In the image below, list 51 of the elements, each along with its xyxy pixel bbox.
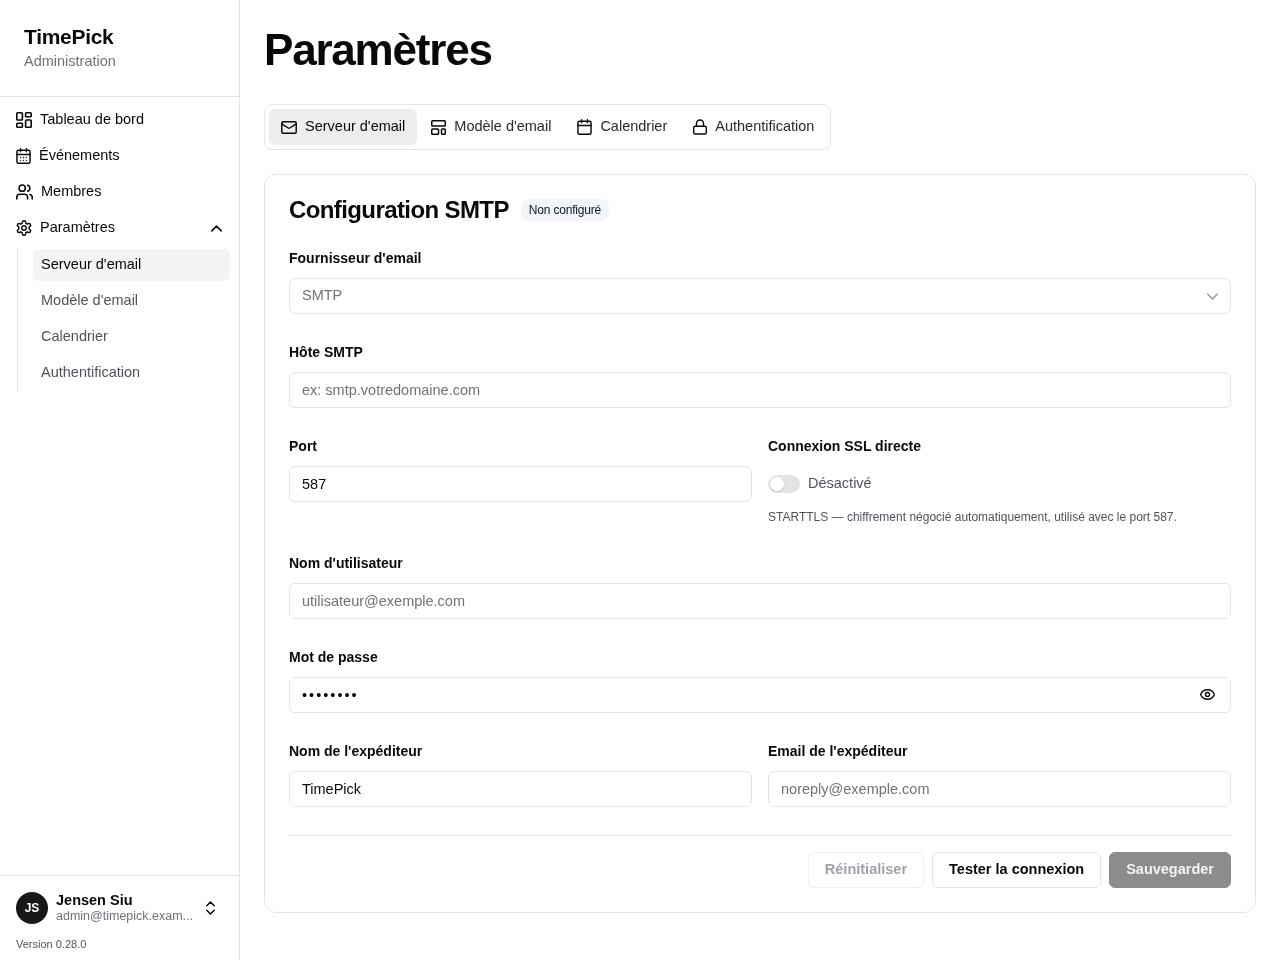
calendar-icon bbox=[577, 119, 593, 135]
chevrons-up-down-icon[interactable] bbox=[206, 901, 215, 915]
user-email: admin@timepick.exam... bbox=[56, 908, 195, 924]
nav-subitem[interactable]: Calendrier bbox=[33, 321, 230, 353]
app-name: TimePick bbox=[24, 24, 115, 50]
nav-subitem[interactable]: Serveur d'email bbox=[33, 249, 230, 281]
input-field[interactable]: utilisateur@exemple.com bbox=[289, 583, 1231, 619]
dashboard-icon bbox=[16, 112, 32, 128]
input-field[interactable]: 587 bbox=[289, 466, 752, 502]
nav-item[interactable]: Membres bbox=[8, 174, 230, 210]
avatar: JS bbox=[16, 892, 48, 924]
lock-icon bbox=[693, 119, 708, 135]
layout-icon bbox=[431, 119, 447, 135]
status-badge: Non configuré bbox=[520, 199, 609, 221]
field-label: Connexion SSL directe bbox=[768, 437, 922, 456]
field-label: Email de l'expéditeur bbox=[768, 742, 909, 761]
field-label: Mot de passe bbox=[289, 648, 379, 667]
version-text: Version 0.28.0 bbox=[16, 937, 88, 952]
help-text: STARTTLS — chiffrement négocié automatiquement, utilisé avec le port 587. bbox=[768, 509, 1178, 525]
field-label: Hôte SMTP bbox=[289, 343, 364, 362]
field-label: Fournisseur d'email bbox=[289, 249, 423, 268]
users-icon bbox=[16, 184, 33, 200]
envelope-icon bbox=[281, 120, 297, 134]
settings-icon bbox=[16, 220, 32, 236]
field-label: Nom d'utilisateur bbox=[289, 554, 404, 573]
app-subtitle: Administration bbox=[24, 52, 117, 71]
toggle-label: Désactivé bbox=[808, 474, 872, 494]
field-label: Port bbox=[289, 437, 318, 456]
eye-icon[interactable] bbox=[1200, 689, 1215, 700]
nav-subitem[interactable]: Modèle d'email bbox=[33, 285, 230, 317]
chevron-up-icon[interactable] bbox=[211, 224, 222, 232]
tab[interactable]: Serveur d'email bbox=[269, 109, 418, 145]
input-field[interactable]: ex: smtp.votredomaine.com bbox=[289, 372, 1231, 408]
tab[interactable]: Modèle d'email bbox=[419, 109, 564, 145]
field-label: Nom de l'expéditeur bbox=[289, 742, 424, 761]
input-field[interactable]: noreply@exemple.com bbox=[768, 771, 1231, 807]
action-button[interactable]: Tester la connexion bbox=[932, 852, 1102, 888]
nav-item[interactable]: Paramètres bbox=[8, 210, 230, 246]
user-name: Jensen Siu bbox=[56, 892, 134, 908]
nav-subitem[interactable]: Authentification bbox=[33, 357, 230, 389]
toggle-switch[interactable] bbox=[768, 475, 800, 493]
input-field[interactable]: TimePick bbox=[289, 771, 752, 807]
tab[interactable]: Authentification bbox=[681, 109, 827, 145]
calendar-icon bbox=[16, 148, 31, 164]
panel-title: Configuration SMTP bbox=[289, 196, 509, 224]
page-title: Paramètres bbox=[264, 24, 493, 76]
password-field[interactable]: •••••••• bbox=[289, 677, 1231, 713]
nav-item[interactable]: Événements bbox=[8, 138, 230, 174]
nav-item[interactable]: Tableau de bord bbox=[8, 102, 230, 138]
tab[interactable]: Calendrier bbox=[565, 109, 680, 145]
chevron-down-icon bbox=[1207, 292, 1218, 300]
